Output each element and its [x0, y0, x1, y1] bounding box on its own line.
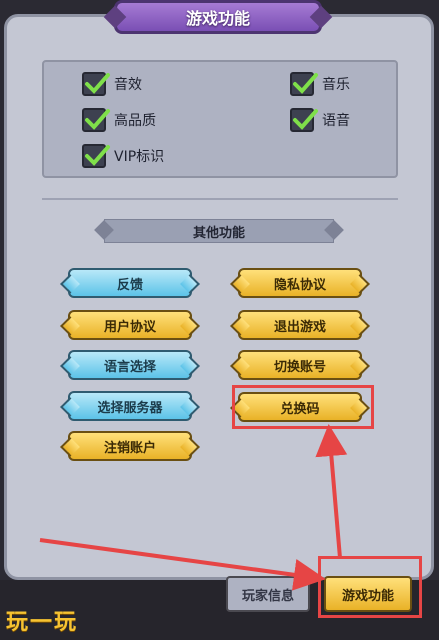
- watermark-logo: 玩一玩: [6, 610, 79, 635]
- privacy-policy-button[interactable]: 隐私协议: [238, 268, 362, 298]
- select-server-button[interactable]: 选择服务器: [68, 391, 192, 421]
- game-functions-tab-highlight-box: [318, 556, 422, 618]
- voice-label: 语音: [322, 113, 350, 129]
- language-select-button[interactable]: 语言选择: [68, 350, 192, 380]
- voice-checkbox[interactable]: [290, 108, 318, 132]
- tab-player-info[interactable]: 玩家信息: [226, 576, 310, 612]
- checkmark-icon: [293, 109, 318, 130]
- checkmark-icon: [85, 145, 110, 166]
- checkmark-icon: [85, 73, 110, 94]
- user-agreement-button[interactable]: 用户协议: [68, 310, 192, 340]
- sound-effects-label: 音效: [114, 77, 142, 93]
- dialog-title: 游戏功能: [114, 0, 322, 34]
- delete-account-button[interactable]: 注销账户: [68, 431, 192, 461]
- other-functions-header: 其他功能: [104, 219, 334, 243]
- feedback-button[interactable]: 反馈: [68, 268, 192, 298]
- game-window: 游戏功能 音效 音乐 高品质 语音 VIP标识 其他功能 反馈 隐私协议 用户协…: [0, 0, 439, 640]
- music-checkbox[interactable]: [290, 72, 318, 96]
- checkmark-icon: [85, 109, 110, 130]
- voice-option[interactable]: 语音: [290, 107, 350, 133]
- high-quality-option[interactable]: 高品质: [82, 107, 156, 133]
- checkmark-icon: [293, 73, 318, 94]
- exit-game-button[interactable]: 退出游戏: [238, 310, 362, 340]
- high-quality-label: 高品质: [114, 113, 156, 129]
- vip-badge-label: VIP标识: [114, 149, 165, 165]
- section-divider: [42, 198, 398, 200]
- redeem-code-highlight-box: [232, 385, 374, 429]
- music-label: 音乐: [322, 77, 350, 93]
- sound-effects-option[interactable]: 音效: [82, 71, 142, 97]
- switch-account-button[interactable]: 切换账号: [238, 350, 362, 380]
- high-quality-checkbox[interactable]: [82, 108, 110, 132]
- vip-badge-checkbox[interactable]: [82, 144, 110, 168]
- vip-badge-option[interactable]: VIP标识: [82, 143, 164, 169]
- music-option[interactable]: 音乐: [290, 71, 350, 97]
- sound-effects-checkbox[interactable]: [82, 72, 110, 96]
